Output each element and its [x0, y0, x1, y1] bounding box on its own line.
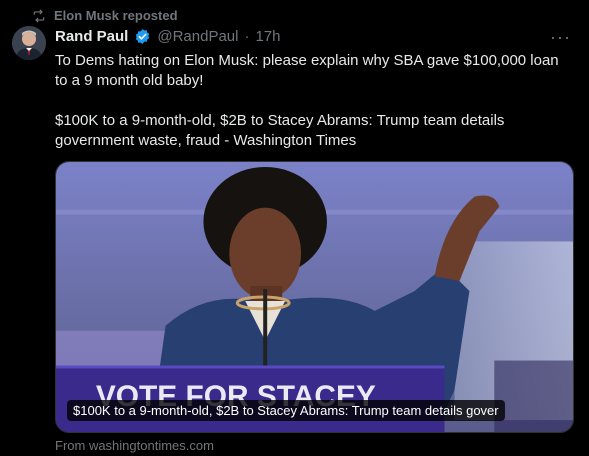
separator-dot: ·: [244, 28, 250, 45]
avatar[interactable]: [12, 26, 46, 60]
author-handle[interactable]: @RandPaul: [157, 28, 238, 45]
tweet-link-title: $100K to a 9-month-old, $2B to Stacey Ab…: [55, 112, 505, 149]
tweet-header: Rand Paul @RandPaul · 17h: [55, 28, 281, 45]
more-options-icon[interactable]: ···: [550, 28, 571, 46]
card-image: VOTE FOR STACEY: [56, 162, 573, 432]
repost-label: Elon Musk reposted: [54, 8, 178, 23]
repost-indicator[interactable]: Elon Musk reposted: [32, 8, 178, 23]
verified-badge-icon: [136, 29, 150, 44]
tweet-text: To Dems hating on Elon Musk: please expl…: [55, 52, 559, 89]
card-caption: $100K to a 9-month-old, $2B to Stacey Ab…: [67, 400, 505, 421]
link-preview-card[interactable]: VOTE FOR STACEY $100K to a 9-month-old, …: [55, 161, 574, 433]
author-name[interactable]: Rand Paul: [55, 28, 128, 45]
timestamp[interactable]: 17h: [255, 28, 280, 45]
repost-icon: [33, 9, 45, 22]
card-source[interactable]: From washingtontimes.com: [55, 438, 214, 453]
